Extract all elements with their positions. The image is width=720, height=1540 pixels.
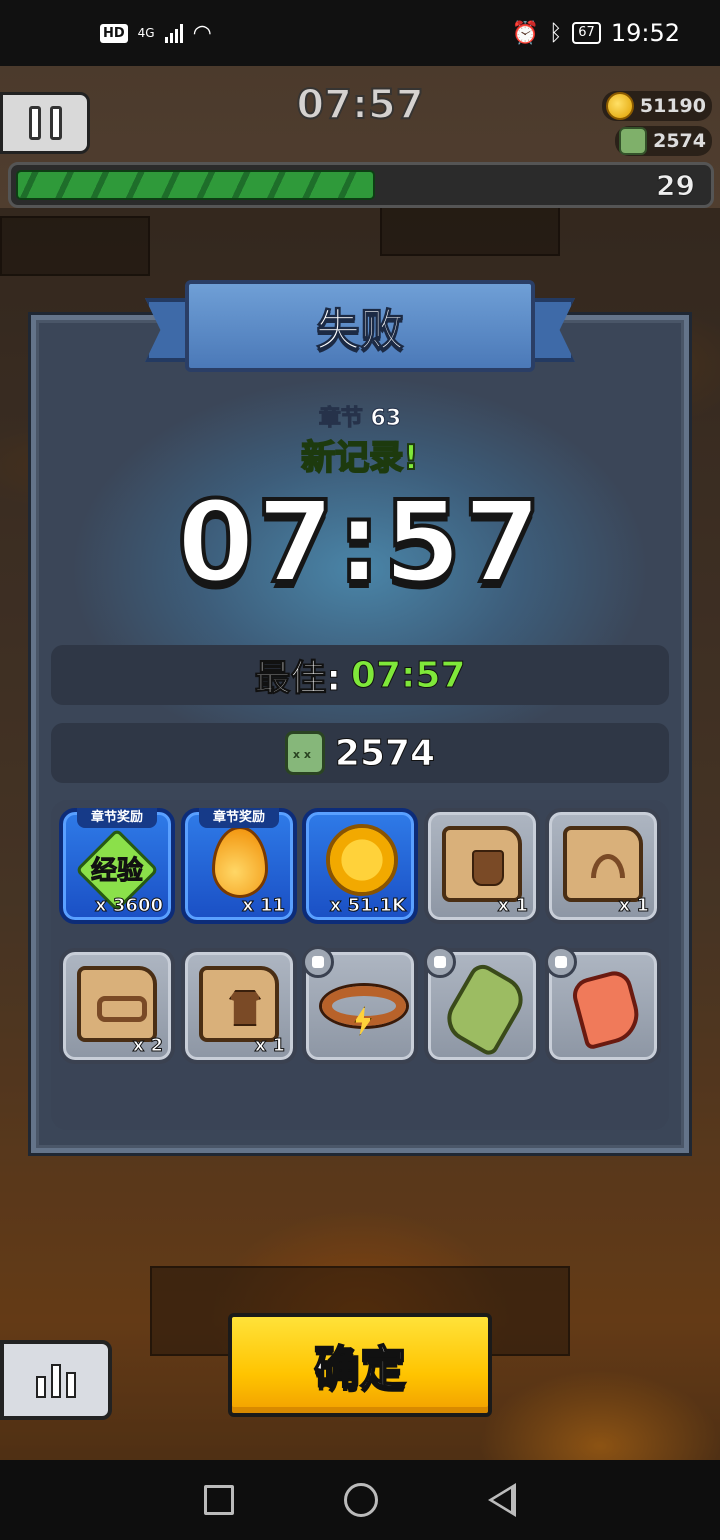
survival-time: 07:57 [175, 476, 544, 610]
reward-belt-scroll[interactable]: x 2 [59, 948, 175, 1064]
wifi-icon: ◠ [192, 20, 212, 46]
armor-scroll-icon [199, 966, 279, 1042]
recents-icon[interactable] [204, 1485, 234, 1515]
bar-chart-icon [36, 1376, 46, 1398]
stats-button[interactable] [0, 1340, 112, 1420]
navigation-bar [0, 1460, 720, 1540]
hud-coins-value: 51190 [639, 95, 706, 117]
new-record-label: 新记录! [300, 437, 420, 479]
confirm-button[interactable]: 确定 [228, 1313, 492, 1417]
reward-qty: x 1 [254, 1035, 285, 1057]
gold-coin-icon [326, 824, 398, 896]
reward-armor-scroll[interactable]: x 1 [181, 948, 297, 1064]
boot-slot-icon [545, 946, 577, 978]
chapter-reward-tag: 章节奖励 [77, 808, 157, 828]
belt-scroll-icon [77, 966, 157, 1042]
belt-slot-icon [302, 946, 334, 978]
glove-scroll-icon [442, 826, 522, 902]
kills-value: 2574 [334, 732, 436, 774]
back-icon[interactable] [488, 1483, 516, 1517]
hd-badge: HD [100, 23, 128, 43]
result-title: 失败 [316, 305, 405, 357]
reward-glove-scroll[interactable]: x 1 [424, 808, 540, 924]
claw-boot-icon [568, 967, 646, 1051]
necklace-scroll-icon [563, 826, 643, 902]
home-icon[interactable] [344, 1483, 378, 1517]
chapter-label: 章节 63 [318, 406, 402, 432]
zombie-icon [619, 127, 648, 155]
signal-icon [164, 23, 183, 43]
reward-gold[interactable]: x 51.1K [302, 808, 418, 924]
chapter-reward-tag: 章节奖励 [199, 808, 279, 828]
rewards-grid: 经验 章节奖励 x 3600 章节奖励 x 11 x 51.1K x 1 x 1… [51, 800, 669, 1130]
hud-kills-value: 2574 [653, 130, 706, 152]
coin-icon [605, 92, 634, 120]
status-left: HD 4G ◠ [100, 21, 212, 46]
reward-qty: x 51.1K [329, 895, 406, 917]
glove-slot-icon [424, 946, 456, 978]
reward-xp-label: 经验 [90, 856, 143, 887]
pause-button[interactable] [0, 92, 90, 154]
hud-coins: 51190 [601, 91, 712, 121]
zombie-kill-icon [284, 731, 325, 775]
result-banner: 失败 [145, 276, 575, 380]
best-time-row: 最佳: 07:57 [51, 645, 669, 705]
kills-row: 2574 [51, 723, 669, 783]
best-time-value: 07:57 [350, 654, 466, 696]
reward-qty: x 11 [242, 895, 286, 917]
best-time-label: 最佳: [254, 658, 341, 700]
battery-icon: 67 [572, 22, 601, 44]
reward-qty: x 3600 [95, 895, 164, 917]
xp-progress-fill [16, 170, 375, 200]
clock: 19:52 [610, 19, 680, 47]
banner-body: 失败 [185, 280, 535, 372]
xp-progress-bar: 29 [8, 162, 714, 208]
reward-qty: x 1 [497, 895, 528, 917]
reward-xp[interactable]: 经验 章节奖励 x 3600 [59, 808, 175, 924]
bluetooth-icon: ᛒ [549, 20, 563, 46]
status-bar: HD 4G ◠ ⏰ ᛒ 67 19:52 [0, 0, 720, 66]
reward-zombie-glove[interactable] [424, 946, 540, 1064]
hud-kills: 2574 [615, 126, 712, 156]
reward-qty: x 2 [132, 1035, 163, 1057]
player-level: 29 [656, 169, 696, 203]
reward-qty: x 1 [618, 895, 649, 917]
status-right: ⏰ ᛒ 67 19:52 [512, 19, 680, 47]
reward-claw-boot[interactable] [545, 946, 661, 1064]
reward-lightning-belt[interactable] [302, 946, 418, 1064]
reward-energy[interactable]: 章节奖励 x 11 [181, 808, 297, 924]
zombie-glove-icon [438, 959, 532, 1059]
reward-necklace-scroll[interactable]: x 1 [545, 808, 661, 924]
alarm-icon: ⏰ [511, 20, 540, 46]
network-type: 4G [137, 26, 155, 40]
hud-timer: 07:57 [295, 81, 424, 129]
energy-drop-icon [212, 826, 268, 898]
